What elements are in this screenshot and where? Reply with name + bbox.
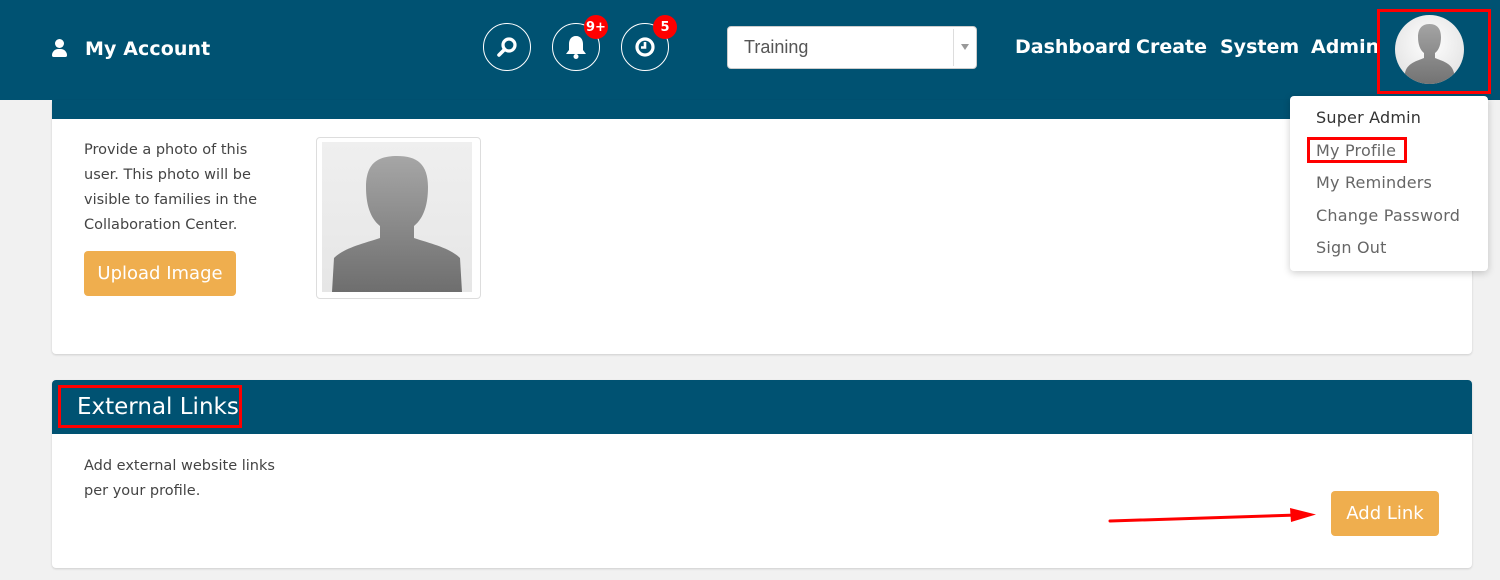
menu-item-change-password[interactable]: Change Password (1316, 206, 1460, 225)
profile-photo (322, 142, 472, 292)
my-account-link[interactable]: My Account (52, 34, 210, 64)
bell-icon (566, 36, 586, 59)
clock-icon (635, 37, 655, 57)
nav-dashboard[interactable]: Dashboard (1015, 36, 1131, 58)
search-button[interactable] (483, 23, 531, 71)
profile-photo-frame (316, 137, 481, 299)
external-links-header: External Links (52, 380, 1472, 434)
notifications-button[interactable]: 9+ (552, 15, 608, 71)
top-navigation-bar: My Account 9+ 5 Training Dashboard Creat… (0, 0, 1500, 100)
nav-create[interactable]: Create (1136, 36, 1207, 58)
user-icon (52, 39, 68, 59)
add-link-button[interactable]: Add Link (1331, 491, 1439, 536)
photo-description-line: visible to families in the (84, 192, 258, 208)
nav-admin[interactable]: Admin (1311, 36, 1379, 58)
external-links-card: External Links Add external website link… (52, 380, 1472, 568)
user-dropdown-menu: Super Admin My Profile My Reminders Chan… (1290, 96, 1488, 271)
photo-description: Provide a photo of this user. This photo… (84, 138, 257, 238)
photo-description-line: Provide a photo of this (84, 142, 248, 158)
notification-count-badge: 9+ (584, 15, 608, 39)
annotation-arrow-icon (1108, 508, 1316, 523)
menu-item-sign-out[interactable]: Sign Out (1316, 238, 1387, 257)
chevron-down-icon[interactable] (961, 44, 969, 50)
person-silhouette-icon (332, 156, 462, 292)
annotation-highlight-avatar (1377, 9, 1491, 94)
profile-photo-card: Provide a photo of this user. This photo… (52, 100, 1472, 354)
photo-description-line: user. This photo will be (84, 167, 251, 183)
select-divider (953, 29, 954, 66)
environment-select[interactable]: Training (727, 26, 977, 69)
menu-user-name: Super Admin (1316, 108, 1422, 127)
my-account-label: My Account (85, 38, 211, 60)
reminder-count-badge: 5 (653, 15, 677, 39)
external-links-description: Add external website links per your prof… (84, 454, 275, 504)
reminders-button[interactable]: 5 (621, 15, 677, 71)
menu-item-my-reminders[interactable]: My Reminders (1316, 173, 1432, 192)
environment-select-value: Training (744, 37, 809, 57)
card-header-strip (52, 100, 1472, 119)
photo-description-line: Collaboration Center. (84, 217, 238, 233)
external-links-description-line: Add external website links (84, 458, 275, 474)
annotation-highlight-title (58, 385, 242, 428)
upload-image-button[interactable]: Upload Image (84, 251, 236, 296)
external-links-description-line: per your profile. (84, 483, 201, 499)
annotation-highlight-my-profile (1307, 137, 1407, 163)
nav-system[interactable]: System (1220, 36, 1299, 58)
search-icon (497, 37, 517, 57)
